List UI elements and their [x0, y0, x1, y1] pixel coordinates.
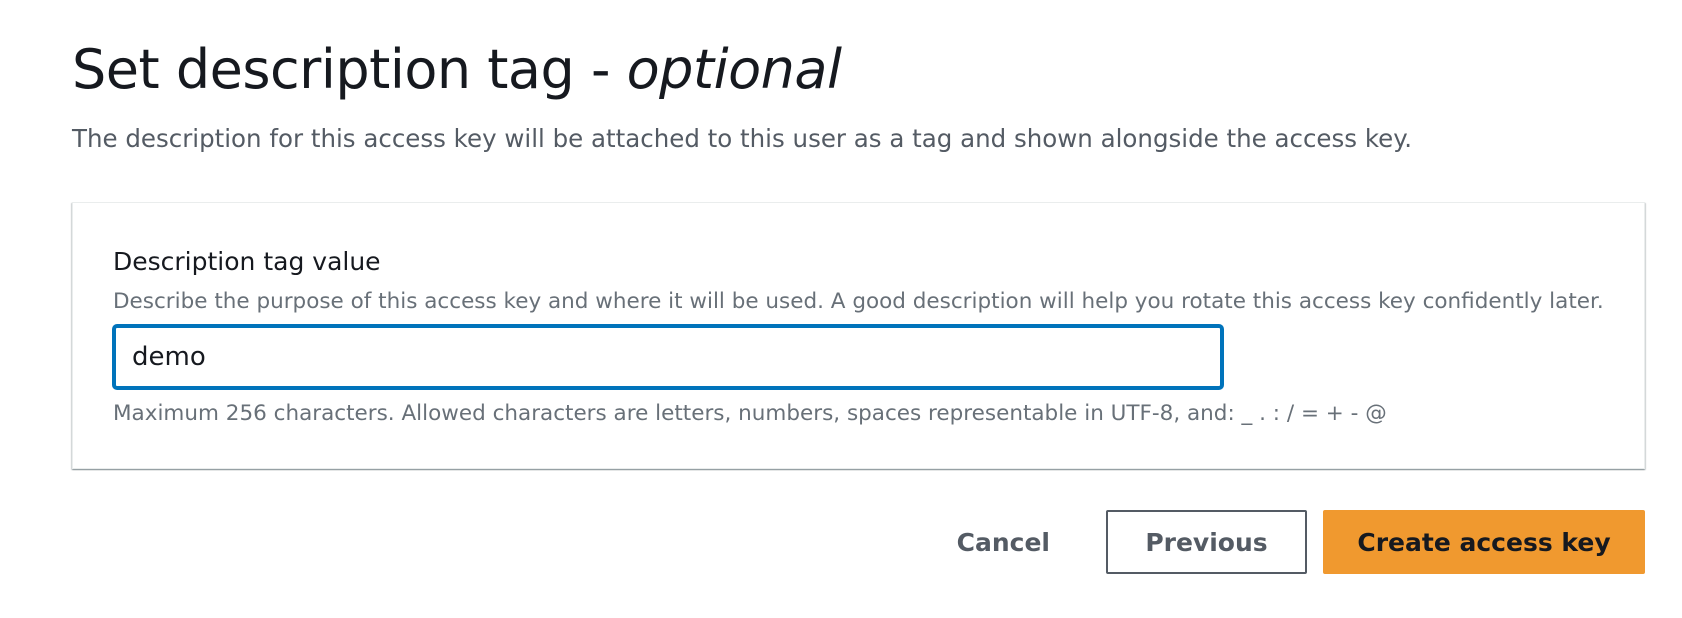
description-tag-label: Description tag value: [113, 247, 381, 276]
previous-button[interactable]: Previous: [1106, 510, 1307, 574]
description-tag-constraint-text: Maximum 256 characters. Allowed characte…: [113, 401, 1387, 426]
cancel-button[interactable]: Cancel: [917, 510, 1090, 574]
action-bar: Cancel Previous Create access key: [917, 510, 1645, 574]
description-tag-help-text: Describe the purpose of this access key …: [113, 289, 1604, 314]
page-title: Set description tag - optional: [72, 38, 842, 101]
create-access-key-button[interactable]: Create access key: [1323, 510, 1645, 574]
page-description: The description for this access key will…: [72, 124, 1412, 153]
description-tag-input[interactable]: [113, 325, 1223, 389]
page: Set description tag - optional The descr…: [0, 0, 1682, 618]
page-title-text: Set description tag -: [72, 38, 627, 101]
page-title-optional: optional: [626, 38, 842, 101]
description-tag-panel: Description tag value Describe the purpo…: [72, 202, 1645, 469]
